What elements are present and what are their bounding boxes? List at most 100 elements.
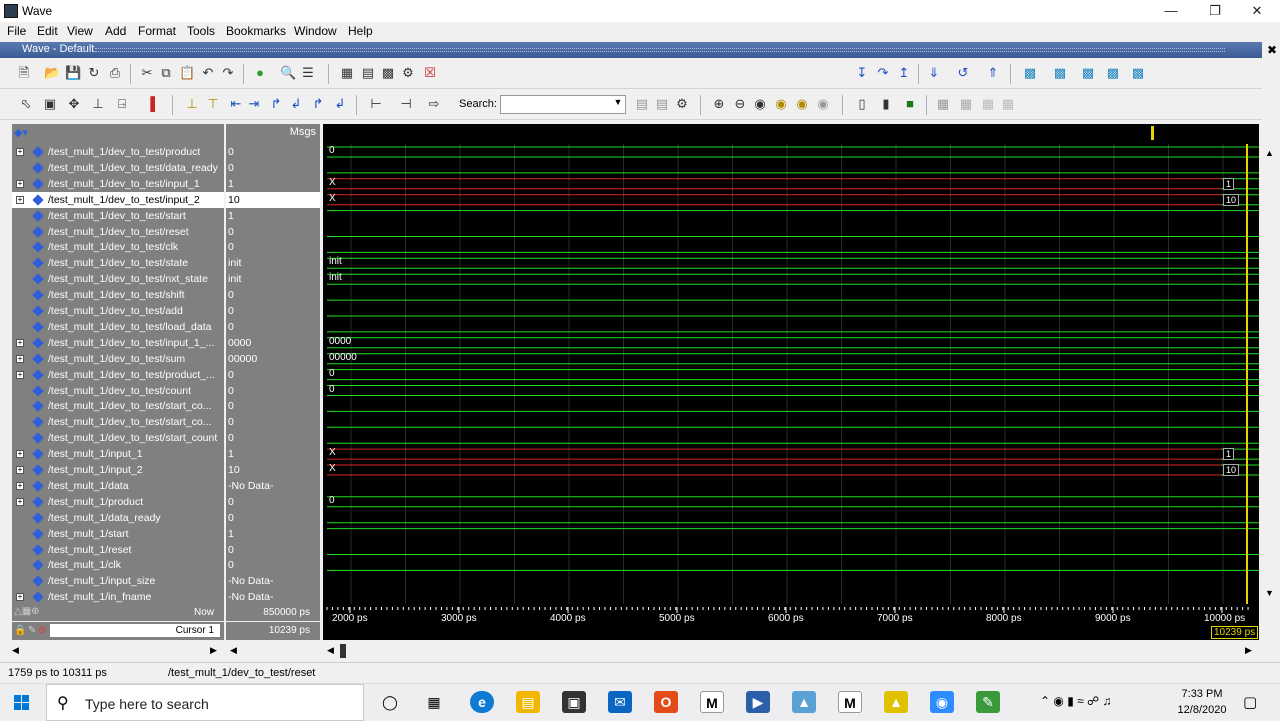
signal-value[interactable]: 0 (226, 383, 320, 399)
expand-icon[interactable]: + (16, 148, 24, 156)
undo-icon[interactable]: ↶ (200, 65, 216, 81)
signal-value[interactable]: 1 (226, 176, 320, 192)
copy-icon[interactable]: ⧉ (158, 65, 174, 81)
edge-right-icon[interactable]: ⇥ (246, 96, 262, 112)
expand-icon[interactable]: + (16, 195, 24, 204)
menu-bookmarks[interactable]: Bookmarks (226, 24, 286, 38)
wave-hscroll-right-icon[interactable]: ▶ (1245, 645, 1252, 656)
scroll-down-icon[interactable]: ▼ (1265, 588, 1274, 598)
menu-tools[interactable]: Tools (187, 24, 215, 38)
signal-value[interactable]: 00000 (226, 351, 320, 367)
vertical-scrollbar[interactable]: ▲ ▼ (1260, 124, 1280, 604)
expand-icon[interactable]: + (16, 497, 24, 506)
cortana-icon[interactable]: ◯ (378, 691, 402, 713)
signal-row[interactable]: + /test_mult_1/dev_to_test/sum (12, 351, 224, 367)
task-view-icon[interactable]: ▦ (422, 691, 446, 713)
signal-row[interactable]: /test_mult_1/start (12, 526, 224, 542)
signal-value[interactable]: -No Data- (226, 478, 320, 494)
cursor-time-label[interactable]: 10239 ps (1211, 626, 1259, 639)
signal-row[interactable]: /test_mult_1/dev_to_test/load_data (12, 319, 224, 335)
rising-edge-icon[interactable]: ↱ (268, 96, 284, 112)
signal-value[interactable]: 0 (226, 319, 320, 335)
run-icon[interactable]: ⇓ (926, 65, 942, 81)
signal-value[interactable]: 0 (226, 224, 320, 240)
signal-value[interactable]: 1 (226, 526, 320, 542)
rising-edge2-icon[interactable]: ↱ (310, 96, 326, 112)
waveform-canvas[interactable] (323, 124, 1259, 604)
edge-browser-icon[interactable]: e (470, 691, 494, 713)
notification-icon[interactable]: ▢ (1243, 693, 1257, 711)
signal-row[interactable]: + /test_mult_1/dev_to_test/input_1 (12, 176, 224, 192)
cursor-add-icon[interactable]: ▌ (147, 96, 163, 112)
wave-format-icon[interactable]: ▯ (854, 96, 870, 112)
office-icon[interactable]: O (654, 691, 678, 713)
grid2-icon[interactable]: ▦ (958, 96, 974, 112)
zoom-region-icon[interactable]: ◉ (815, 96, 831, 112)
list-icon[interactable]: ☰ (300, 65, 316, 81)
signal-value[interactable]: 0 (226, 239, 320, 255)
combine-icon[interactable]: ⇨ (426, 96, 442, 112)
close-window-button[interactable]: ✕ (1234, 0, 1280, 22)
zoom-app-icon[interactable]: ◉ (930, 691, 954, 713)
signal-row[interactable]: /test_mult_1/dev_to_test/data_ready (12, 160, 224, 176)
step-over-icon[interactable]: ↷ (875, 65, 891, 81)
wave-subwindow-title-bar[interactable]: Wave - Default (0, 42, 1262, 58)
signal-row[interactable]: /test_mult_1/dev_to_test/reset (12, 224, 224, 240)
close-subwindow-icon[interactable]: ✖ (1264, 42, 1280, 58)
menu-help[interactable]: Help (348, 24, 373, 38)
continue-icon[interactable]: ↺ (955, 65, 971, 81)
cursor-edit-icon[interactable]: ✎ (28, 625, 36, 636)
signal-row[interactable]: + /test_mult_1/dev_to_test/product_... (12, 367, 224, 383)
signal-row[interactable]: + /test_mult_1/dev_to_test/product (12, 144, 224, 160)
modelsim-active-icon[interactable]: M (838, 691, 862, 713)
restart-icon[interactable]: ⚙ (400, 65, 416, 81)
save-icon[interactable]: 💾 (65, 65, 81, 81)
signal-value[interactable]: 0 (226, 398, 320, 414)
signal-value[interactable]: 0000 (226, 335, 320, 351)
app-icon-7[interactable]: ▶ (746, 691, 770, 713)
signal-row[interactable]: /test_mult_1/reset (12, 542, 224, 558)
modelsim-icon[interactable]: M (700, 691, 724, 713)
signal-value[interactable]: 0 (226, 510, 320, 526)
windows-start-icon[interactable] (14, 695, 30, 711)
signal-row[interactable]: + /test_mult_1/product (12, 494, 224, 510)
wave-hscroll-thumb[interactable] (340, 644, 346, 658)
falling-edge2-icon[interactable]: ↲ (332, 96, 348, 112)
zoom-out-icon[interactable]: ⊖ (732, 96, 748, 112)
menu-window[interactable]: Window (294, 24, 337, 38)
cut-icon[interactable]: ✂ (139, 65, 155, 81)
signal-value[interactable]: init (226, 255, 320, 271)
signal-row[interactable]: /test_mult_1/input_size (12, 573, 224, 589)
time-axis[interactable]: 2000 ps 3000 ps 4000 ps 5000 ps 6000 ps 7000 … (323, 604, 1259, 640)
signal-row[interactable]: /test_mult_1/dev_to_test/start_count (12, 430, 224, 446)
layout4-icon[interactable]: ▩ (1105, 65, 1121, 81)
menu-add[interactable]: Add (105, 24, 126, 38)
signal-value[interactable]: 0 (226, 144, 320, 160)
app-icon-8[interactable]: ▲ (792, 691, 816, 713)
layout3-icon[interactable]: ▩ (1080, 65, 1096, 81)
layout2-icon[interactable]: ▩ (1052, 65, 1068, 81)
grid-icon[interactable]: ▦ (935, 96, 951, 112)
signal-header-icon[interactable]: ◆▾ (14, 126, 28, 139)
reload-icon[interactable]: ↻ (86, 65, 102, 81)
notepad-icon[interactable]: ✎ (976, 691, 1000, 713)
grid3-icon[interactable]: ▦ (980, 96, 996, 112)
file-explorer-icon[interactable]: ▤ (516, 691, 540, 713)
signal-value[interactable]: -No Data- (226, 589, 320, 604)
signal-value[interactable]: 0 (226, 557, 320, 573)
wave-color-icon[interactable]: ■ (902, 96, 918, 112)
signal-row[interactable]: + /test_mult_1/dev_to_test/input_2 (12, 191, 224, 208)
zoom-in-icon[interactable]: ⊕ (711, 96, 727, 112)
signal-value[interactable]: 0 (226, 494, 320, 510)
insert-divider-icon[interactable]: ⊢ (368, 96, 384, 112)
search-input[interactable] (500, 95, 626, 114)
signal-value[interactable]: 10 (226, 462, 320, 478)
step-out-icon[interactable]: ↥ (896, 65, 912, 81)
expand-icon[interactable]: + (16, 370, 24, 379)
expand-icon[interactable]: + (16, 179, 24, 188)
edge-left-icon[interactable]: ⇤ (228, 96, 244, 112)
search-options-icon[interactable]: ⚙ (674, 96, 690, 112)
horizontal-scrollbar[interactable]: ◀ ▶ ◀ ◀ ▶ (0, 643, 1262, 660)
new-file-icon[interactable]: 🗎 (16, 65, 32, 81)
find-icon[interactable]: 🔍 (280, 65, 296, 81)
